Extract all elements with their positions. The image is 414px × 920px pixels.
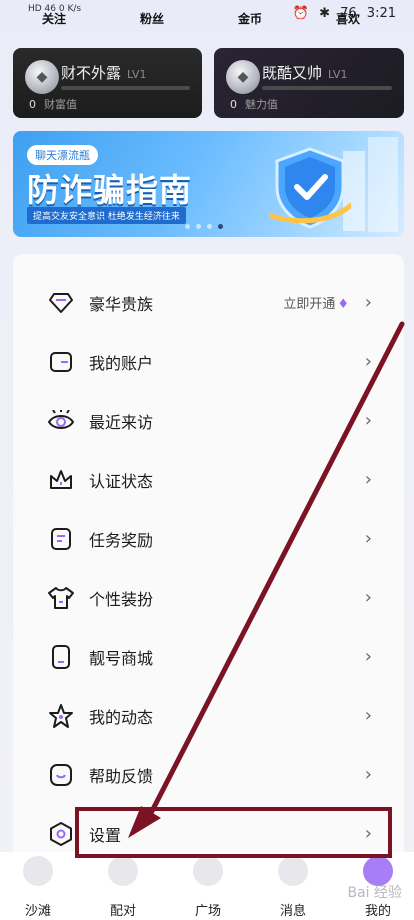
fans-tab[interactable]: 粉丝	[140, 10, 164, 27]
task-icon	[47, 525, 75, 553]
page-dot-active	[218, 224, 223, 229]
menu-item-label: 豪华贵族	[89, 294, 154, 314]
wealth-name: 财不外露	[61, 64, 122, 82]
tab-label: 沙滩	[24, 904, 51, 919]
diamond-icon	[47, 289, 75, 317]
building-graphic	[368, 137, 398, 232]
tab-beach[interactable]: 沙滩	[8, 852, 68, 920]
star-icon	[47, 702, 75, 730]
wealth-progress	[61, 86, 190, 90]
menu-item-label: 任务奖励	[89, 530, 154, 550]
chevron-right-icon: ›	[364, 292, 372, 313]
eye-icon	[47, 407, 75, 435]
bluetooth-icon: ✱	[319, 6, 330, 21]
level-badge-icon: ◆	[226, 60, 260, 94]
chevron-right-icon: ›	[364, 764, 372, 785]
likes-tab[interactable]: 喜欢	[336, 10, 360, 27]
wallet-icon	[47, 348, 75, 376]
wealth-title: 财不外露 LV1	[61, 62, 146, 83]
help-icon	[47, 761, 75, 789]
charm-progress	[262, 86, 392, 90]
chevron-right-icon: ›	[364, 528, 372, 549]
vip-open-link[interactable]: 立即开通 ♦	[283, 293, 349, 312]
chevron-right-icon: ›	[364, 410, 372, 431]
chevron-right-icon: ›	[364, 705, 372, 726]
page-dot	[185, 224, 190, 229]
follow-tab[interactable]: 关注	[42, 10, 66, 27]
tshirt-icon	[47, 584, 75, 612]
tab-label: 广场	[194, 904, 221, 919]
chevron-right-icon: ›	[364, 469, 372, 490]
page-dot	[207, 224, 212, 229]
menu-item-label: 个性装扮	[89, 589, 154, 609]
chevron-right-icon: ›	[364, 646, 372, 667]
vip-open-label: 立即开通	[283, 297, 336, 312]
menu-item-verification[interactable]: 认证状态 ›	[13, 450, 404, 509]
wealth-stat: 0 财富值	[29, 96, 77, 112]
chevron-right-icon: ›	[364, 587, 372, 608]
menu-item-vip[interactable]: 豪华贵族 立即开通 ♦ ›	[13, 273, 404, 332]
menu-item-moments[interactable]: 我的动态 ›	[13, 686, 404, 745]
clock: 3:21	[366, 6, 396, 21]
banner-tag: 聊天漂流瓶	[27, 145, 98, 165]
charm-title: 既酷又帅 LV1	[262, 62, 347, 83]
coins-tab[interactable]: 金币	[238, 10, 262, 27]
menu-item-tasks[interactable]: 任务奖励 ›	[13, 509, 404, 568]
menu-item-help[interactable]: 帮助反馈 ›	[13, 745, 404, 804]
heart-icon	[23, 856, 53, 886]
menu-item-number-shop[interactable]: 靓号商城 ›	[13, 627, 404, 686]
charm-card[interactable]: ◆ 既酷又帅 LV1 0 魅力值	[214, 48, 404, 118]
wealth-value: 0	[29, 98, 36, 111]
leaf-icon	[193, 856, 223, 886]
watermark: Bai 经验	[347, 885, 402, 901]
shield-icon	[269, 147, 351, 229]
menu-item-label: 最近来访	[89, 412, 154, 432]
charm-name: 既酷又帅	[262, 64, 323, 82]
settings-icon	[47, 820, 75, 848]
promo-banner[interactable]: 聊天漂流瓶 防诈骗指南 提高交友安全意识 杜绝发生经济往来	[13, 131, 404, 237]
chevron-right-icon: ›	[364, 823, 372, 844]
menu-item-visitors[interactable]: 最近来访 ›	[13, 391, 404, 450]
level-badge-icon: ◆	[25, 60, 59, 94]
menu-item-dressup[interactable]: 个性装扮 ›	[13, 568, 404, 627]
page-dot	[196, 224, 201, 229]
charm-value: 0	[230, 98, 237, 111]
menu-item-label: 设置	[89, 825, 122, 845]
puzzle-icon	[108, 856, 138, 886]
phone-icon	[47, 643, 75, 671]
alarm-icon: ⏰	[292, 6, 309, 21]
charm-level: LV1	[328, 68, 348, 81]
crown-icon	[47, 466, 75, 494]
banner-subtitle: 提高交友安全意识 杜绝发生经济往来	[27, 207, 186, 224]
menu-item-label: 靓号商城	[89, 648, 154, 668]
chat-icon	[278, 856, 308, 886]
menu-item-account[interactable]: 我的账户 ›	[13, 332, 404, 391]
wealth-level: LV1	[127, 68, 147, 81]
menu-item-label: 认证状态	[89, 471, 154, 491]
banner-pagination	[185, 224, 223, 229]
settings-menu: 豪华贵族 立即开通 ♦ › 我的账户 › 最近来访 › 认证状态 › 任务奖励 ›	[13, 254, 404, 864]
gem-icon: ♦	[337, 297, 349, 312]
charm-stat: 0 魅力值	[230, 96, 278, 112]
wealth-card[interactable]: ◆ 财不外露 LV1 0 财富值	[13, 48, 202, 118]
tab-match[interactable]: 配对	[93, 852, 153, 920]
charm-value-label: 魅力值	[245, 98, 278, 111]
menu-item-label: 帮助反馈	[89, 766, 154, 786]
tab-label: 消息	[279, 904, 306, 919]
tab-plaza[interactable]: 广场	[178, 852, 238, 920]
banner-title: 防诈骗指南	[27, 171, 193, 209]
chevron-right-icon: ›	[364, 351, 372, 372]
menu-item-label: 我的账户	[89, 353, 154, 373]
tab-label: 配对	[109, 904, 136, 919]
tab-messages[interactable]: 消息	[263, 852, 323, 920]
menu-item-label: 我的动态	[89, 707, 154, 727]
wealth-value-label: 财富值	[44, 98, 77, 111]
tab-label: 我的	[364, 904, 391, 919]
